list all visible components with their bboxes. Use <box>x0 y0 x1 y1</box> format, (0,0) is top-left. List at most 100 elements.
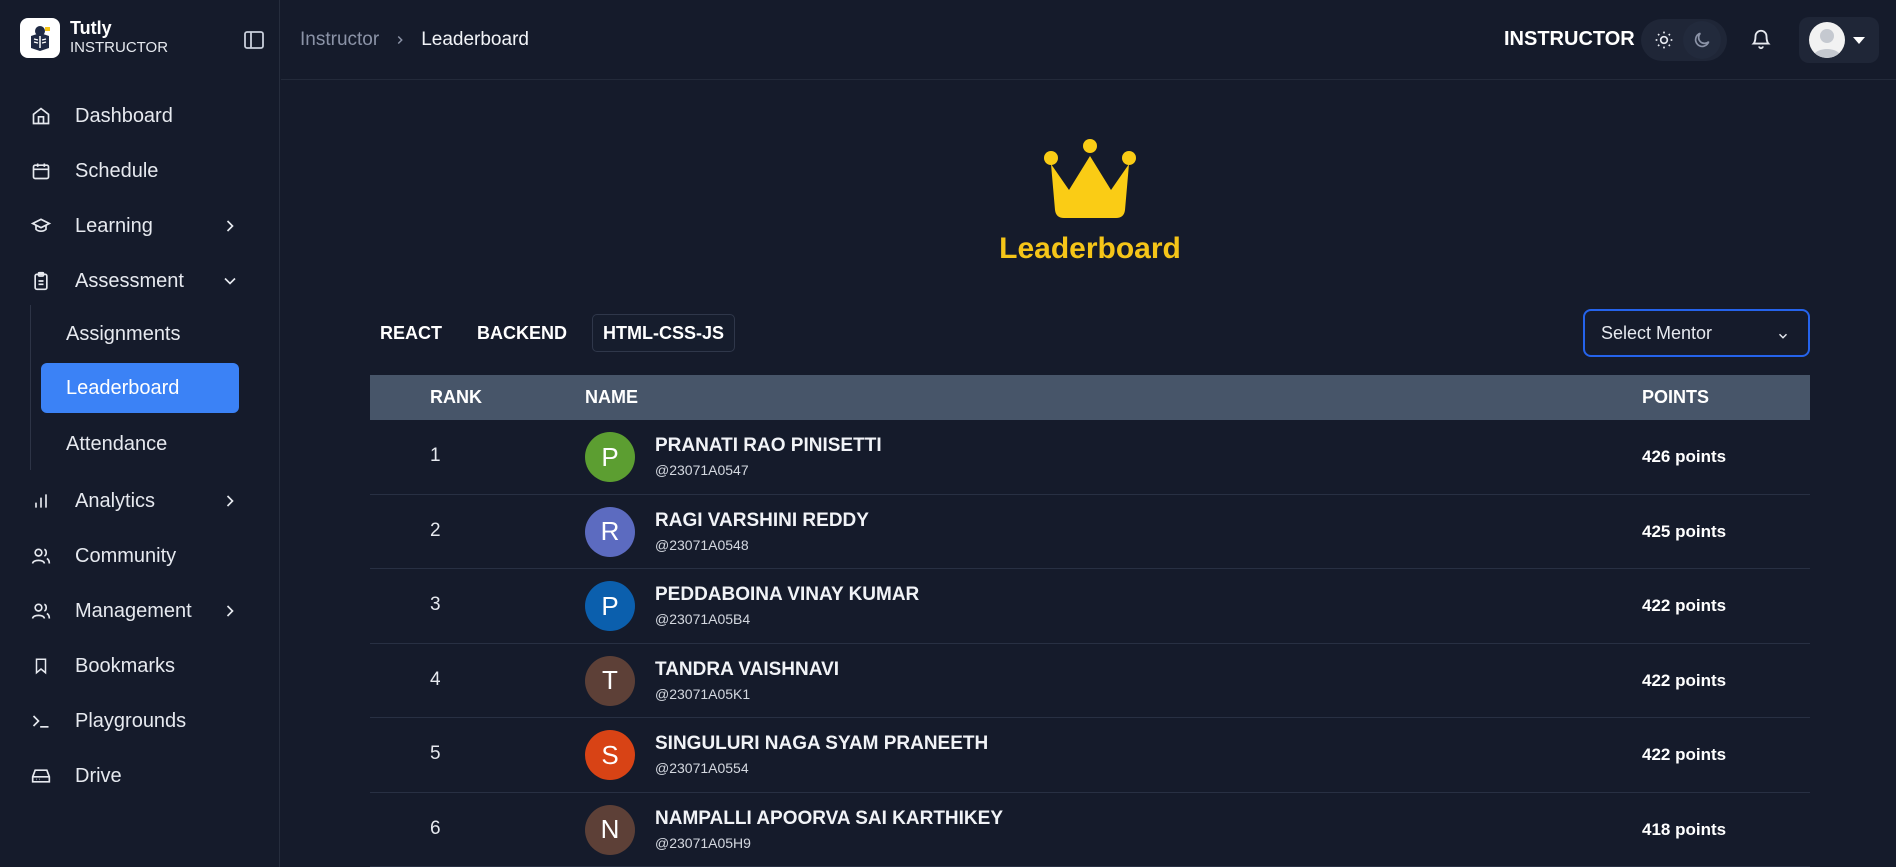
rank-cell: 4 <box>430 668 441 690</box>
student-handle: @23071A05H9 <box>655 834 751 851</box>
student-name: NAMPALLI APOORVA SAI KARTHIKEY <box>655 807 1003 829</box>
sidebar: Tutly INSTRUCTOR Dashboard Schedule Lear… <box>0 0 280 867</box>
table-row[interactable]: 6 N NAMPALLI APOORVA SAI KARTHIKEY @23071A0… <box>370 793 1810 867</box>
hard-drive-icon <box>30 765 52 787</box>
page-title: Leaderboard <box>999 232 1181 265</box>
sidebar-item-community[interactable]: Community <box>30 536 250 576</box>
sidebar-item-drive[interactable]: Drive <box>30 756 250 796</box>
table-header: RANK NAME POINTS <box>370 375 1810 420</box>
student-name: SINGULURI NAGA SYAM PRANEETH <box>655 733 989 754</box>
breadcrumb-instructor[interactable]: Instructor <box>300 29 379 51</box>
sidebar-item-label: Dashboard <box>75 104 173 127</box>
sidebar-item-analytics[interactable]: Analytics <box>30 481 250 521</box>
theme-toggle <box>1641 19 1727 61</box>
clipboard-icon <box>30 270 52 292</box>
submenu-divider <box>30 305 31 470</box>
sidebar-item-label: Learning <box>75 214 153 237</box>
table-body: 1 P PRANATI RAO PINISETTI @23071A0547 426 po… <box>370 420 1810 867</box>
sidebar-item-label: Playgrounds <box>75 709 187 732</box>
sidebar-subitem-assignments[interactable]: Assignments <box>41 309 239 359</box>
points-cell: 418 points <box>1642 819 1727 839</box>
column-header-rank: RANK <box>430 387 482 407</box>
moon-icon[interactable] <box>1683 21 1721 59</box>
column-header-points: POINTS <box>1642 387 1710 407</box>
points-cell: 425 points <box>1642 521 1727 541</box>
sidebar-item-label: Community <box>75 544 177 567</box>
sidebar-item-management[interactable]: Management <box>30 591 250 631</box>
bookmark-icon <box>30 655 52 677</box>
avatar: N <box>585 804 635 855</box>
sidebar-item-schedule[interactable]: Schedule <box>30 151 250 191</box>
student-name: RAGI VARSHINI REDDY <box>655 509 869 531</box>
student-name: TANDRA VAISHNAVI <box>655 658 840 680</box>
table-row[interactable]: 1 P PRANATI RAO PINISETTI @23071A0547 426 po… <box>370 420 1810 495</box>
column-header-name: NAME <box>585 387 638 407</box>
bell-icon[interactable] <box>1750 28 1774 52</box>
points-cell: 422 points <box>1642 670 1727 690</box>
home-icon <box>30 105 52 127</box>
mentor-select[interactable]: Select Mentor <box>1583 309 1810 357</box>
table-row[interactable]: 3 P PEDDABOINA VINAY KUMAR @23071A05B4 422 p… <box>370 569 1810 644</box>
sidebar-item-playgrounds[interactable]: Playgrounds <box>30 701 250 741</box>
chevron-down-icon <box>220 271 240 291</box>
avatar: S <box>585 730 635 780</box>
avatar <box>1809 22 1845 58</box>
table-row[interactable]: 4 T TANDRA VAISHNAVI @23071A05K1 422 points <box>370 644 1810 718</box>
student-name: PRANATI RAO PINISETTI <box>655 435 882 456</box>
table-row[interactable]: 5 S SINGULURI NAGA SYAM PRANEETH @23071A055… <box>370 718 1810 793</box>
chevron-right-icon <box>220 216 240 236</box>
calendar-icon <box>30 160 52 182</box>
sidebar-item-bookmarks[interactable]: Bookmarks <box>30 646 250 686</box>
sidebar-item-label: Assessment <box>75 269 184 292</box>
chevron-right-icon <box>220 601 240 621</box>
bar-chart-icon <box>30 490 52 512</box>
sidebar-item-dashboard[interactable]: Dashboard <box>30 96 250 136</box>
users-icon <box>30 545 52 567</box>
sidebar-item-label: Management <box>75 599 192 622</box>
table-row[interactable]: 2 R RAGI VARSHINI REDDY @23071A0548 425 poin… <box>370 495 1810 569</box>
student-handle: @23071A0554 <box>655 760 749 776</box>
chevron-right-icon <box>393 33 407 47</box>
track-tabs: REACT BACKEND HTML-CSS-JS <box>370 314 750 352</box>
tutly-logo <box>20 18 60 58</box>
tab-html-css-js[interactable]: HTML-CSS-JS <box>592 314 735 352</box>
tab-react[interactable]: REACT <box>370 314 452 352</box>
crown-icon <box>1039 138 1141 224</box>
student-handle: @23071A0547 <box>655 462 749 478</box>
sidebar-item-learning[interactable]: Learning <box>30 206 250 246</box>
points-cell: 426 points <box>1642 447 1727 466</box>
sidebar-item-label: Schedule <box>75 159 159 182</box>
caret-down-icon <box>1853 36 1865 44</box>
breadcrumb: Instructor Leaderboard <box>300 29 529 51</box>
sidebar-item-assessment[interactable]: Assessment <box>30 261 250 301</box>
terminal-icon <box>30 710 52 732</box>
points-cell: 422 points <box>1642 745 1727 764</box>
role-label: INSTRUCTOR <box>1504 28 1635 50</box>
avatar: T <box>585 655 635 706</box>
sidebar-toggle-icon[interactable] <box>242 28 266 52</box>
sun-icon[interactable] <box>1645 21 1683 59</box>
student-handle: @23071A05K1 <box>655 685 751 702</box>
points-cell: 422 points <box>1642 596 1727 615</box>
tab-backend[interactable]: BACKEND <box>467 314 577 352</box>
rank-cell: 3 <box>430 594 441 615</box>
brand[interactable]: Tutly INSTRUCTOR <box>20 18 168 58</box>
chevron-down-icon <box>1776 327 1790 341</box>
sidebar-item-label: Analytics <box>75 489 156 512</box>
brand-name: Tutly <box>70 18 112 38</box>
avatar: P <box>585 581 635 631</box>
brand-role: INSTRUCTOR <box>70 39 169 56</box>
sidebar-item-label: Bookmarks <box>75 654 176 677</box>
sidebar-item-label: Drive <box>75 764 122 787</box>
avatar: P <box>585 432 635 482</box>
user-cog-icon <box>30 600 52 622</box>
user-menu-button[interactable] <box>1799 17 1879 63</box>
rank-cell: 6 <box>430 817 441 839</box>
sidebar-subitem-leaderboard[interactable]: Leaderboard <box>41 363 239 413</box>
graduation-cap-icon <box>30 215 52 237</box>
rank-cell: 2 <box>430 519 441 541</box>
rank-cell: 1 <box>430 445 441 466</box>
top-header: Instructor Leaderboard INSTRUCTOR <box>281 0 1896 80</box>
sidebar-subitem-attendance[interactable]: Attendance <box>41 419 239 469</box>
avatar: R <box>585 506 635 557</box>
